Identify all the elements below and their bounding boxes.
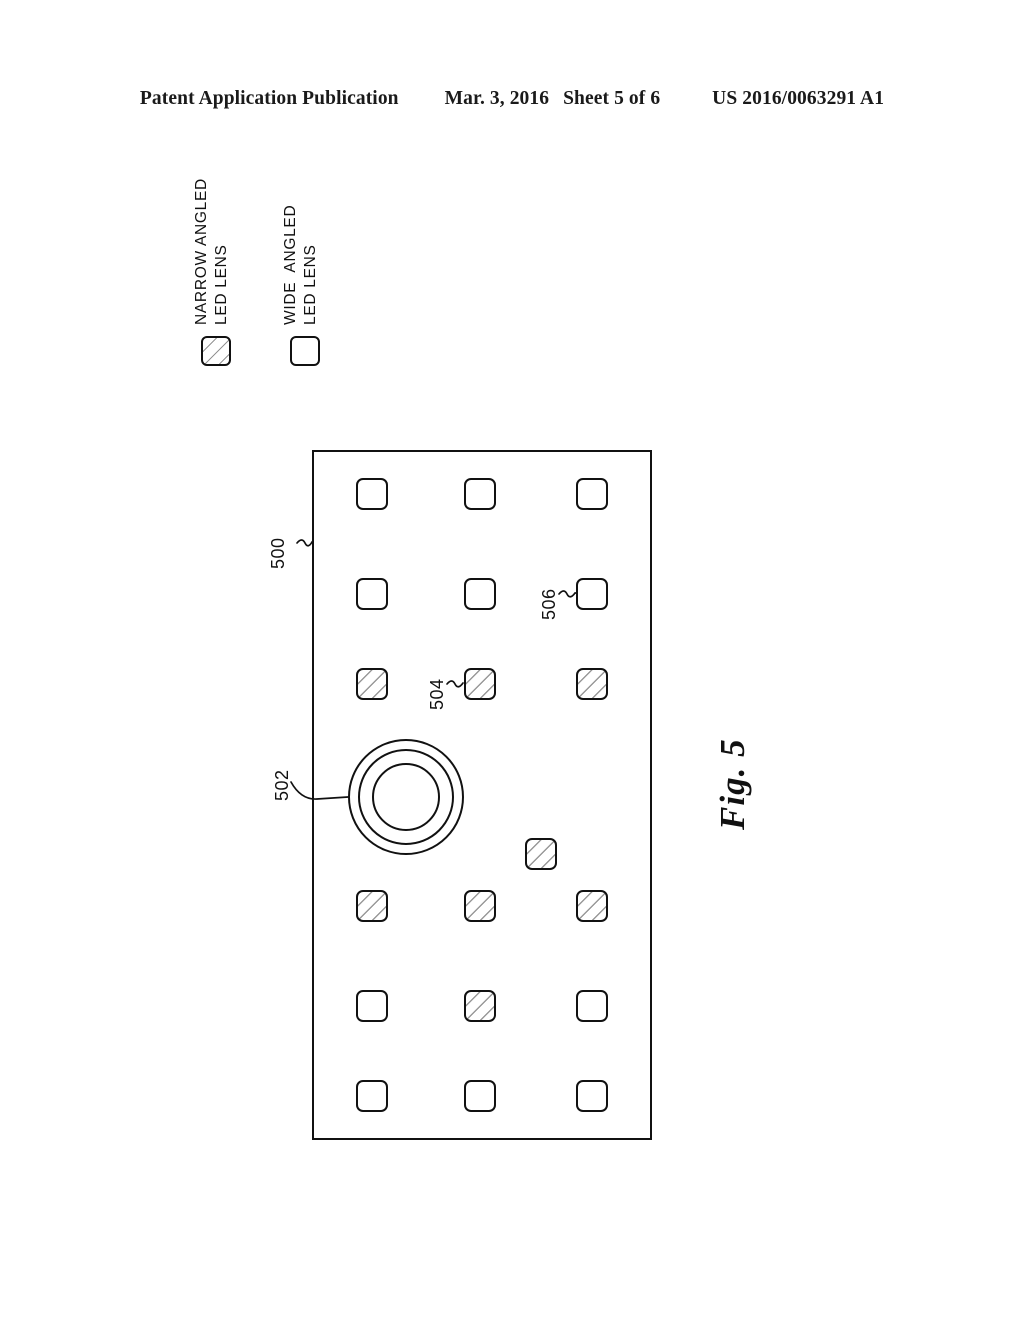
circuit-board-outline: [312, 450, 652, 1140]
legend-label-wide-angled-line2: LED LENS: [301, 241, 320, 325]
legend-label-wide-line1: WIDE ANGLED: [282, 204, 299, 325]
led-r7c1-wide: [356, 1080, 388, 1112]
ref-numeral-506: 506: [539, 588, 559, 620]
led-r6c2-narrow: [464, 990, 496, 1022]
concentric-ring-outer: [348, 739, 464, 855]
led-r6c3-wide: [576, 990, 608, 1022]
led-r1c2-wide: [464, 478, 496, 510]
hatched-square-swatch: [201, 336, 231, 366]
concentric-ring-middle: [358, 749, 454, 845]
ref-numeral-504: 504: [427, 678, 447, 710]
led-r7c2-wide: [464, 1080, 496, 1112]
led-r2c2-wide: [464, 578, 496, 610]
led-r2c1-wide: [356, 578, 388, 610]
led-r3c3-narrow: [576, 668, 608, 700]
led-r2c3-wide: [576, 578, 608, 610]
header-date-text: Mar. 3, 2016: [444, 88, 550, 109]
legend-label-wide-line2: LED LENS: [302, 244, 319, 325]
legend-label-narrow-line2: LED LENS: [213, 244, 230, 325]
header-patent-number-text: US 2016/0063291 A1: [712, 88, 885, 109]
led-r1c1-wide: [356, 478, 388, 510]
ref-numeral-502: 502: [272, 769, 292, 801]
led-r3c1-narrow: [356, 668, 388, 700]
leader-lines: [290, 539, 577, 800]
led-r5c1-narrow: [356, 890, 388, 922]
legend-label-narrow-angled-line2: LED LENS: [212, 241, 231, 325]
plain-square-swatch: [290, 336, 320, 366]
figure-caption: Fig. 5: [713, 738, 752, 830]
concentric-ring-inner: [372, 763, 440, 831]
legend-label-narrow-angled: NARROW ANGLED: [192, 178, 211, 325]
header-publication-text: Patent Application Publication: [139, 88, 399, 109]
ref-numeral-500: 500: [268, 537, 288, 569]
led-r7c3-wide: [576, 1080, 608, 1112]
figure-5-drawing: 500 502 504 506 Fig. 5: [0, 0, 1024, 1320]
legend: NARROW ANGLED LED LENS WIDE ANGLED LED L…: [180, 178, 360, 380]
legend-label-wide-angled: WIDE ANGLED: [281, 205, 300, 325]
page-header: Patent Application Publication Mar. 3, 20…: [0, 84, 1024, 114]
led-offset-narrow: [525, 838, 557, 870]
led-r5c2-narrow: [464, 890, 496, 922]
header-sheet-text: Sheet 5 of 6: [563, 88, 661, 109]
led-r6c1-wide: [356, 990, 388, 1022]
led-r3c2-narrow: [464, 668, 496, 700]
led-r1c3-wide: [576, 478, 608, 510]
legend-label-narrow-line1: NARROW ANGLED: [193, 178, 210, 325]
led-r5c3-narrow: [576, 890, 608, 922]
